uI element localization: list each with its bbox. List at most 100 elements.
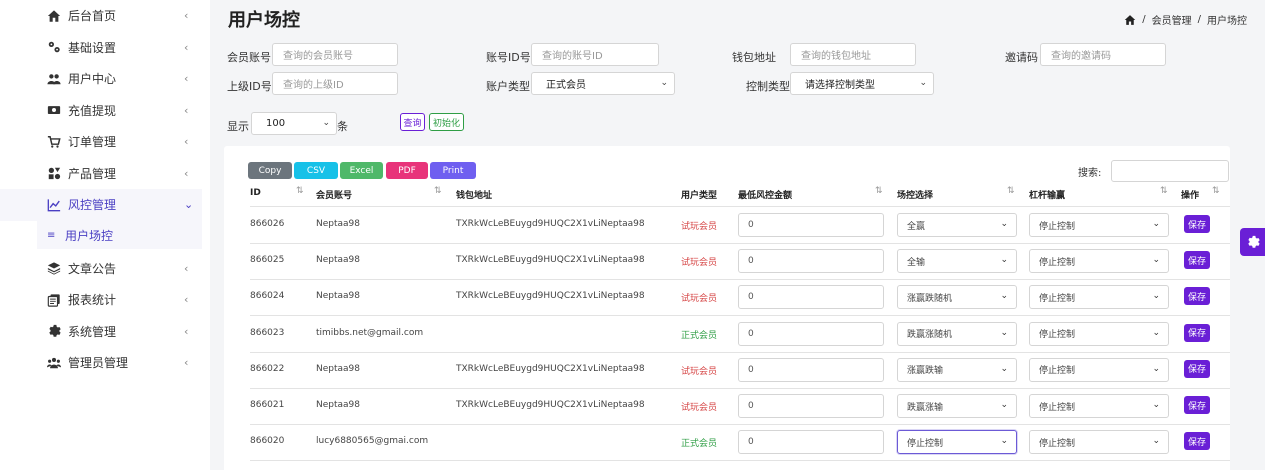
sidebar-item-gear[interactable]: 系统管理 ‹ [0, 316, 202, 348]
header-wallet[interactable]: 钱包地址 [456, 188, 492, 201]
save-button[interactable]: 保存 [1184, 432, 1210, 451]
sort-icon[interactable]: ⇅ [1007, 186, 1015, 196]
min-amount-input[interactable]: 0 [738, 357, 884, 382]
control-select[interactable]: 跌赢涨输 ⌄ [897, 394, 1017, 418]
query-button[interactable]: 查询 [400, 113, 425, 131]
wallet-input[interactable]: 查询的钱包地址 [790, 43, 916, 66]
leverage-select[interactable]: 停止控制 ⌄ [1029, 430, 1169, 455]
pdf-button[interactable]: PDF [386, 162, 428, 179]
chevron-down-icon: ⌄ [1152, 363, 1160, 374]
sidebar-item-label: 文章公告 [68, 261, 117, 276]
control-select-value: 全输 [907, 257, 926, 268]
sidebar-item-money[interactable]: 充值提现 ‹ [0, 95, 202, 127]
leverage-select[interactable]: 停止控制 ⌄ [1029, 249, 1169, 274]
search-input[interactable] [1111, 160, 1229, 182]
save-button[interactable]: 保存 [1184, 215, 1210, 233]
sort-icon[interactable]: ⇅ [1212, 186, 1220, 196]
control-select[interactable]: 全输 ⌄ [897, 249, 1017, 274]
chevron-left-icon: ‹ [184, 293, 189, 307]
leverage-select[interactable]: 停止控制 ⌄ [1029, 213, 1169, 237]
chevron-left-icon: ‹ [184, 356, 189, 370]
control-type-select[interactable]: 请选择控制类型 ⌄ [790, 72, 934, 95]
header-min-amount[interactable]: 最低风控金额 [738, 188, 792, 201]
account-id-input[interactable]: 查询的账号ID [531, 43, 659, 66]
leverage-select[interactable]: 停止控制 ⌄ [1029, 321, 1169, 346]
sort-icon[interactable]: ⇅ [434, 186, 442, 196]
sidebar-item-chart-line[interactable]: 风控管理 ⌄ [0, 189, 202, 221]
header-account[interactable]: 会员账号 [316, 188, 352, 201]
table-row: 866026 Neptaa98 TXRkWcLeBEuygd9HUQC2X1vLiN… [224, 207, 1230, 243]
save-button[interactable]: 保存 [1184, 323, 1210, 342]
control-select[interactable]: 跌赢涨随机 ⌄ [897, 321, 1017, 346]
chevron-down-icon: ⌄ [1152, 436, 1160, 447]
sort-icon[interactable]: ⇅ [296, 186, 304, 196]
sidebar-item-product[interactable]: 产品管理 ‹ [0, 158, 202, 190]
settings-fab[interactable] [1240, 228, 1265, 256]
account-type-label: 账户类型 [486, 80, 530, 93]
invite-input[interactable]: 查询的邀请码 [1040, 43, 1166, 66]
sidebar-item-users[interactable]: 用户中心 ‹ [0, 63, 202, 95]
save-button[interactable]: 保存 [1184, 287, 1210, 306]
row-account: timibbs.net@gmail.com [316, 327, 424, 338]
sidebar-item-report[interactable]: 报表统计 ‹ [0, 284, 202, 316]
header-action[interactable]: 操作 [1181, 188, 1199, 201]
control-select[interactable]: 涨赢跌随机 ⌄ [897, 285, 1017, 310]
chevron-left-icon: ‹ [184, 324, 189, 338]
header-id[interactable]: ID [250, 188, 261, 198]
sidebar-item-cart[interactable]: 订单管理 ‹ [0, 126, 202, 158]
sidebar-item-admin-users[interactable]: 管理员管理 ‹ [0, 347, 202, 379]
search-label: 搜索: [1078, 168, 1102, 179]
chevron-down-icon: ⌄ [1000, 436, 1008, 447]
chevron-down-icon: ⌄ [919, 78, 927, 88]
chevron-down-icon: ⌄ [1000, 219, 1008, 229]
page-size-select[interactable]: 100 ⌄ [251, 112, 337, 135]
header-control[interactable]: 场控选择 [897, 188, 933, 201]
control-select[interactable]: 停止控制 ⌄ [897, 430, 1017, 455]
min-amount-input[interactable]: 0 [738, 321, 884, 346]
print-button[interactable]: Print [430, 162, 476, 179]
row-id: 866020 [250, 436, 285, 447]
sidebar-item-label: 报表统计 [68, 293, 117, 308]
save-button[interactable]: 保存 [1184, 359, 1210, 378]
control-select[interactable]: 涨赢跌输 ⌄ [897, 357, 1017, 382]
min-amount-input[interactable]: 0 [738, 430, 884, 455]
sort-icon[interactable]: ⇅ [875, 186, 883, 196]
show-label: 显示 [227, 120, 249, 133]
leverage-select[interactable]: 停止控制 ⌄ [1029, 394, 1169, 418]
reset-button[interactable]: 初始化 [429, 113, 464, 131]
control-select[interactable]: 全赢 ⌄ [897, 213, 1017, 237]
sidebar-item-home[interactable]: 后台首页 ‹ [0, 0, 202, 32]
min-amount-input[interactable]: 0 [738, 249, 884, 274]
leverage-select[interactable]: 停止控制 ⌄ [1029, 285, 1169, 310]
min-amount-input[interactable]: 0 [738, 285, 884, 310]
leverage-select-value: 停止控制 [1039, 438, 1076, 449]
member-account-input[interactable]: 查询的会员账号 [272, 43, 398, 66]
save-button[interactable]: 保存 [1184, 251, 1210, 270]
row-user-type: 试玩会员 [681, 258, 718, 269]
chevron-left-icon: ‹ [184, 135, 189, 149]
sort-icon[interactable]: ⇅ [1160, 186, 1168, 196]
chevron-down-icon: ⌄ [1000, 363, 1008, 374]
account-type-select[interactable]: 正式会员 ⌄ [531, 72, 675, 95]
min-amount-input[interactable]: 0 [738, 213, 884, 237]
leverage-select[interactable]: 停止控制 ⌄ [1029, 357, 1169, 382]
sidebar-item-label: 充值提现 [68, 103, 117, 118]
header-user-type[interactable]: 用户类型 [681, 188, 717, 201]
home-icon[interactable] [1124, 14, 1136, 26]
control-select-value: 停止控制 [907, 438, 944, 449]
table-row: 866022 Neptaa98 TXRkWcLeBEuygd9HUQC2X1vLiN… [224, 352, 1230, 388]
save-button[interactable]: 保存 [1184, 396, 1210, 414]
report-icon [46, 292, 62, 308]
sidebar-item-gears[interactable]: 基础设置 ‹ [0, 32, 202, 64]
chevron-down-icon: ⌄ [322, 118, 330, 128]
breadcrumb-member-mgmt[interactable]: 会员管理 [1152, 12, 1192, 27]
copy-button[interactable]: Copy [248, 162, 292, 179]
csv-button[interactable]: CSV [294, 162, 338, 179]
list-icon: ≡ [47, 229, 56, 241]
sidebar-subitem-user-control[interactable]: ≡ 用户场控 [37, 221, 202, 249]
excel-button[interactable]: Excel [340, 162, 383, 179]
header-leverage[interactable]: 杠杆输赢 [1029, 188, 1065, 201]
parent-id-input[interactable]: 查询的上级ID [272, 72, 398, 95]
sidebar-item-layers[interactable]: 文章公告 ‹ [0, 253, 202, 285]
min-amount-input[interactable]: 0 [738, 394, 884, 418]
